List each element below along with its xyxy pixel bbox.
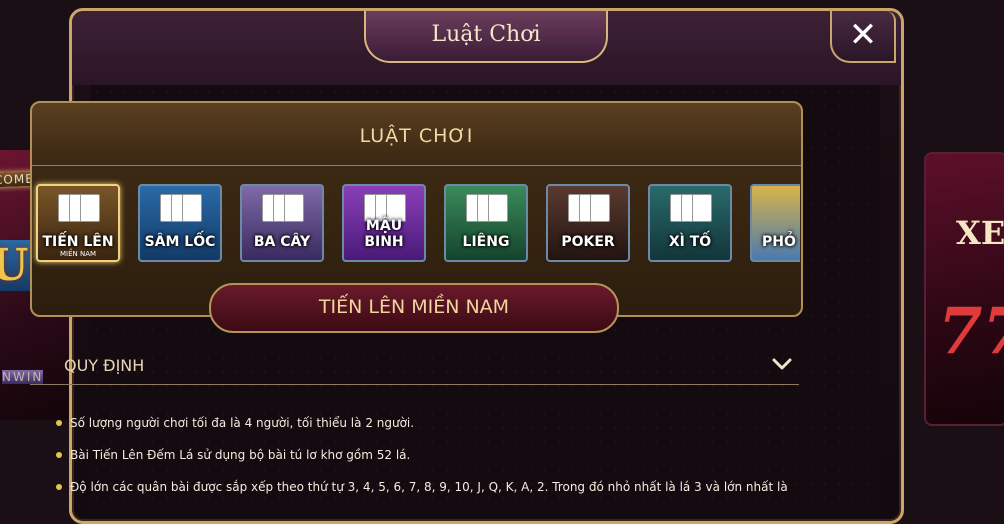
cards-icon: [58, 194, 100, 224]
game-tile-tien-len[interactable]: TIẾN LÊN MIỀN NAM: [36, 184, 120, 262]
dialog-title: Luật Chơi: [364, 11, 608, 63]
game-label: LIÊNG: [462, 234, 510, 250]
promo-number: 77: [938, 294, 1004, 369]
rules-section-title: QUY ĐỊNH: [64, 356, 145, 375]
game-label: MẬU BINH: [364, 218, 404, 250]
game-tile-pho[interactable]: PHỎ: [750, 184, 800, 262]
game-label: POKER: [561, 234, 615, 250]
cards-icon: [670, 194, 712, 224]
game-label: PHỎ: [762, 234, 796, 250]
right-promo-banner: XE 77: [924, 152, 1004, 426]
game-tile-sam-loc[interactable]: SÂM LỐC: [138, 184, 222, 262]
game-label: TIẾN LÊN: [42, 234, 114, 250]
rule-item: Bài Tiến Lên Đếm Lá sử dụng bộ bài tú lơ…: [56, 442, 816, 474]
cards-icon: [160, 194, 202, 224]
rule-item: Số lượng người chơi tối đa là 4 người, t…: [56, 410, 816, 442]
rule-item: Độ lớn các quân bài được sắp xếp theo th…: [56, 474, 816, 506]
rules-section-header[interactable]: QUY ĐỊNH: [30, 348, 799, 384]
game-label: SÂM LỐC: [144, 234, 216, 250]
panel-title: LUẬT CHƠI: [359, 125, 474, 147]
divider: [30, 384, 799, 385]
rules-list: Số lượng người chơi tối đa là 4 người, t…: [56, 410, 816, 506]
cards-icon: [466, 194, 508, 224]
game-tile-lieng[interactable]: LIÊNG: [444, 184, 528, 262]
close-icon: ✕: [848, 15, 878, 55]
game-label: XÌ TỐ: [668, 234, 712, 250]
dialog-header: Luật Chơi ✕: [72, 11, 901, 85]
game-tile-mau-binh[interactable]: MẬU BINH: [342, 184, 426, 262]
selected-game-label: TIẾN LÊN MIỀN NAM: [209, 283, 619, 333]
promo-logo: XE: [956, 214, 1004, 252]
game-tile-ba-cay[interactable]: BA CÂY: [240, 184, 324, 262]
game-tile-xi-to[interactable]: XÌ TỐ: [648, 184, 732, 262]
chevron-down-icon[interactable]: [772, 348, 792, 384]
cards-icon: [568, 194, 610, 224]
cards-icon: [262, 194, 304, 224]
close-button[interactable]: ✕: [830, 11, 896, 63]
game-label: BA CÂY: [253, 234, 311, 250]
game-tile-poker[interactable]: POKER: [546, 184, 630, 262]
divider: [32, 165, 801, 166]
game-sublabel: MIỀN NAM: [59, 250, 97, 258]
